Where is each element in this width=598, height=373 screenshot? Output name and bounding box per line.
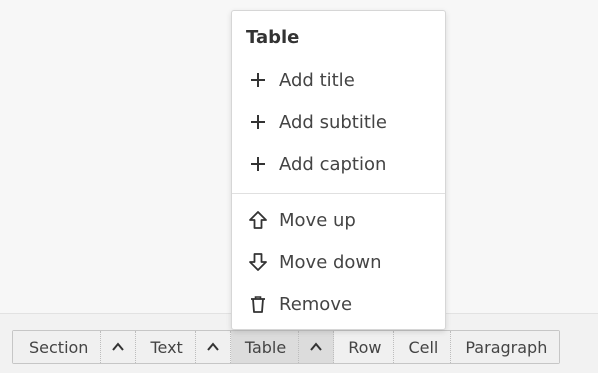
plus-icon [247,69,269,91]
breadcrumb-label: Cell [408,337,439,357]
element-path-breadcrumb: Section Text Table Row Cell Paragraph [12,330,561,364]
section-options-button[interactable] [100,331,137,363]
breadcrumb-row[interactable]: Row [334,331,394,363]
table-options-button[interactable] [298,331,335,363]
breadcrumb-text[interactable]: Text [136,331,195,363]
breadcrumb-label: Row [348,337,382,357]
move-down-menu-item[interactable]: Move down [232,242,445,282]
chevron-up-icon [112,342,125,351]
breadcrumb-section[interactable]: Section [13,331,101,363]
menu-title: Table [246,27,300,48]
arrow-down-icon [247,251,269,273]
chevron-up-icon [207,342,219,351]
breadcrumb-paragraph[interactable]: Paragraph [450,331,560,363]
add-subtitle-menu-item[interactable]: Add subtitle [232,102,445,142]
plus-icon [247,111,269,133]
breadcrumb-label: Text [150,337,183,357]
add-title-menu-item[interactable]: Add title [232,60,445,100]
menu-item-label: Add title [279,69,355,91]
menu-divider [232,193,445,194]
text-options-button[interactable] [194,331,231,363]
breadcrumb-label: Section [29,337,89,357]
add-caption-menu-item[interactable]: Add caption [232,144,445,184]
move-up-menu-item[interactable]: Move up [232,200,445,240]
breadcrumb-cell[interactable]: Cell [393,331,451,363]
menu-item-label: Add caption [279,153,387,175]
breadcrumb-table[interactable]: Table [230,331,299,363]
arrow-up-icon [247,209,269,231]
menu-item-label: Move up [279,209,356,231]
trash-icon [247,293,269,315]
menu-item-label: Remove [279,293,353,315]
menu-item-label: Move down [279,251,382,273]
breadcrumb-label: Table [244,337,287,357]
table-context-menu: Table Add title Add subtitle Add caption [231,10,446,330]
menu-item-label: Add subtitle [279,111,387,133]
breadcrumb-label: Paragraph [465,337,548,357]
editor-canvas: Section Text Table Row Cell Paragraph Ta… [0,0,598,373]
remove-menu-item[interactable]: Remove [232,284,445,324]
chevron-up-icon [310,342,322,351]
plus-icon [247,153,269,175]
